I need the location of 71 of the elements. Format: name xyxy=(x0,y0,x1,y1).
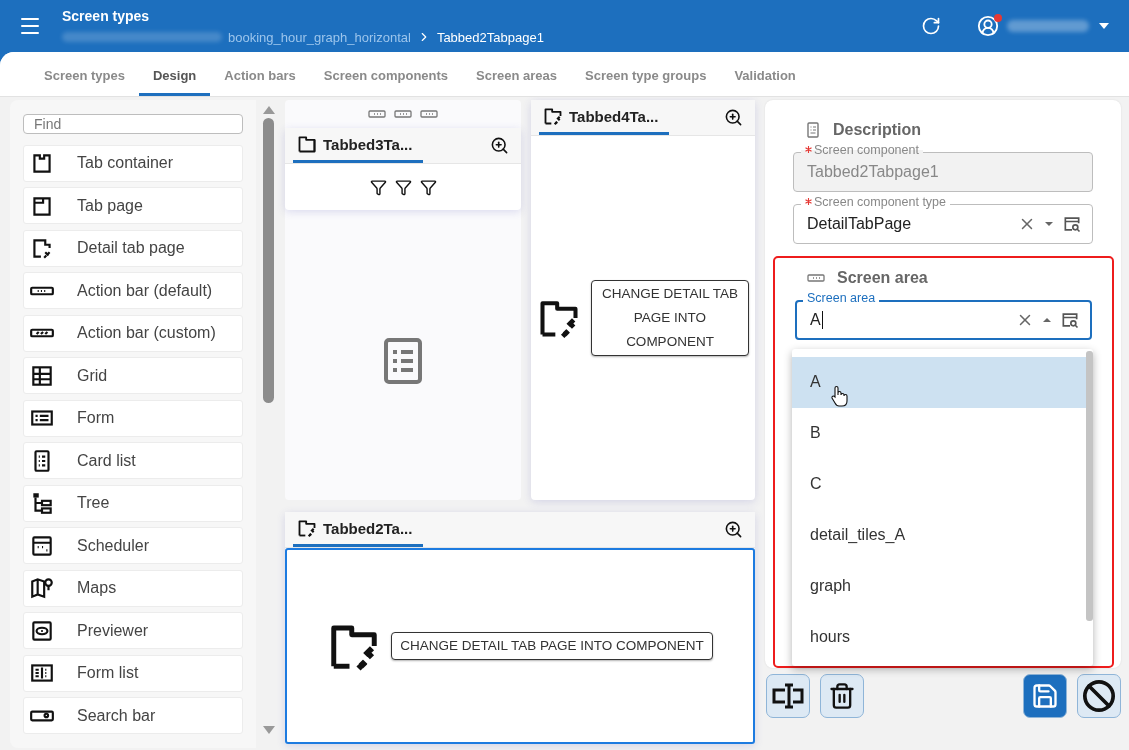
required-asterisk-icon xyxy=(805,198,812,206)
caret-down-icon[interactable] xyxy=(1044,220,1054,227)
zoom-in-icon[interactable] xyxy=(724,520,743,539)
map-icon xyxy=(29,575,55,601)
nav-tab[interactable]: Action bars xyxy=(210,68,310,96)
change-detail-button[interactable]: CHANGE DETAIL TAB PAGE INTO COMPONENT xyxy=(391,632,713,660)
palette-item[interactable]: Maps xyxy=(23,569,243,607)
field-label: Screen component type xyxy=(801,194,951,209)
text-cursor xyxy=(821,310,823,329)
scroll-up-icon[interactable] xyxy=(262,106,275,114)
delete-button[interactable] xyxy=(820,674,864,718)
palette-item[interactable]: Detail tab page xyxy=(23,229,243,267)
nav-tab[interactable]: Design xyxy=(138,68,211,96)
scrollbar-thumb[interactable] xyxy=(263,118,274,403)
palette-item[interactable]: Card list xyxy=(23,442,243,479)
palette-item[interactable]: Tab container xyxy=(23,144,243,182)
action-bar-icon xyxy=(394,110,412,118)
dropdown-option[interactable]: graph xyxy=(792,560,1086,612)
trash-icon xyxy=(828,682,856,710)
nav-tab[interactable]: Screen components xyxy=(309,68,463,96)
save-button[interactable] xyxy=(1023,674,1067,718)
filter-icon[interactable] xyxy=(369,178,387,196)
breadcrumb-link[interactable]: Tabbed2Tabpage1 xyxy=(436,29,544,45)
caret-up-icon[interactable] xyxy=(1042,316,1052,323)
palette-item[interactable]: Tab page xyxy=(23,187,243,224)
cancel-button[interactable] xyxy=(1077,674,1121,718)
required-asterisk-icon xyxy=(805,146,812,154)
page-title: Screen types xyxy=(62,7,151,24)
palette-item[interactable]: Grid xyxy=(23,357,243,394)
palette-item[interactable]: Previewer xyxy=(23,612,243,649)
action-bar-icon xyxy=(420,110,438,118)
palette-item[interactable]: Tree xyxy=(23,484,243,522)
field-label: Screen component xyxy=(801,142,923,157)
section-title: Screen area xyxy=(837,268,928,287)
caret-down-icon[interactable] xyxy=(1099,23,1109,29)
tab-page-icon xyxy=(297,134,317,154)
palette-item[interactable]: Action bar (default) xyxy=(23,272,243,309)
prohibited-icon xyxy=(1082,679,1116,713)
text-cursor-split-icon xyxy=(771,683,805,709)
dropdown-option[interactable]: B xyxy=(792,407,1086,459)
filter-icon[interactable] xyxy=(419,178,437,196)
linked-folder-icon xyxy=(297,518,317,538)
refresh-icon[interactable] xyxy=(921,16,941,36)
card-list-icon xyxy=(384,338,422,384)
dropdown-option[interactable]: detail_tiles_A xyxy=(792,509,1086,561)
filter-icon[interactable] xyxy=(394,178,412,196)
change-detail-button[interactable]: CHANGE DETAIL TAB PAGE INTO COMPONENT xyxy=(591,280,749,356)
field-label: Screen area xyxy=(803,290,880,305)
dropdown-option[interactable]: A xyxy=(792,356,1086,408)
palette-item[interactable]: Search bar xyxy=(23,697,243,734)
palette-item[interactable]: Form list xyxy=(23,654,243,692)
document-icon xyxy=(805,121,821,138)
palette-item[interactable]: Action bar (custom) xyxy=(23,314,243,352)
zoom-in-icon[interactable] xyxy=(724,108,743,127)
palette-item[interactable]: Scheduler xyxy=(23,527,243,564)
nav-tab[interactable]: Validation xyxy=(720,68,810,96)
scroll-down-icon[interactable] xyxy=(262,726,275,734)
zoom-in-icon[interactable] xyxy=(490,136,509,155)
scrollbar-thumb[interactable] xyxy=(1086,350,1093,621)
action-bar-icon xyxy=(368,110,386,118)
find-field[interactable]: Find xyxy=(23,114,243,134)
action-bar-icon xyxy=(807,273,825,282)
section-title: Description xyxy=(833,120,921,139)
user-avatar-icon[interactable] xyxy=(977,15,999,37)
linked-folder-icon xyxy=(543,106,563,126)
dropdown-option[interactable]: hours xyxy=(792,611,1086,663)
hand-cursor-icon xyxy=(830,384,848,407)
dropdown-option[interactable]: C xyxy=(792,458,1086,510)
nav-tab[interactable]: Screen areas xyxy=(462,68,571,96)
palette-item[interactable]: Form xyxy=(23,399,243,437)
split-field-button[interactable] xyxy=(766,674,810,718)
